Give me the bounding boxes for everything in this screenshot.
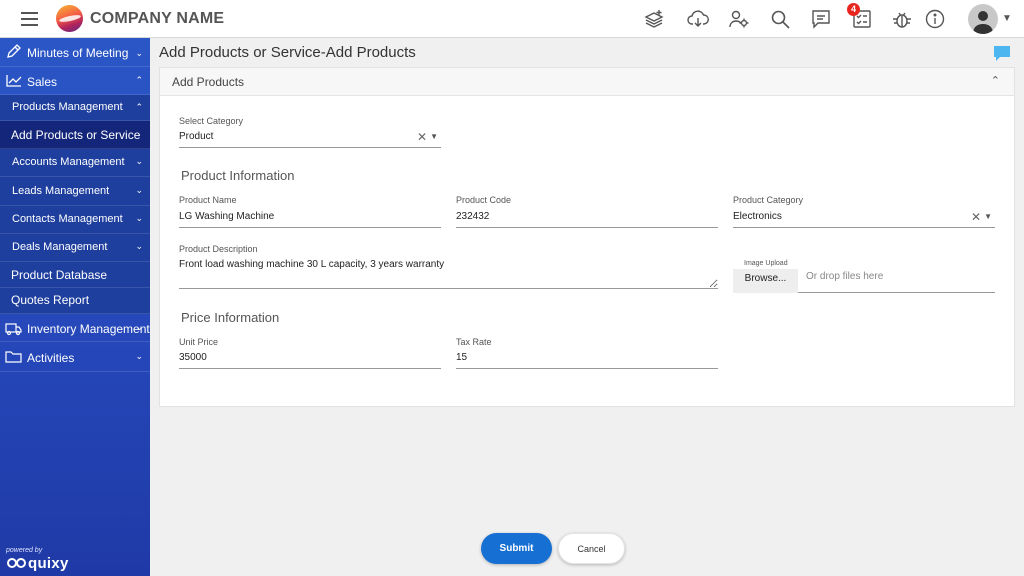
chevron-up-icon[interactable]: ⌃ [991,74,1000,87]
dropdown-arrow-icon[interactable]: ▼ [984,208,992,226]
clear-icon[interactable]: ✕ [971,208,981,226]
menu-icon[interactable] [21,12,38,26]
user-avatar-icon[interactable] [968,4,998,34]
chevron-down-icon: ⌄ [135,241,143,251]
company-name: COMPANY NAME [90,10,225,27]
sidebar-item-quotes-report[interactable]: Quotes Report [0,288,150,314]
product-code-input[interactable]: 232432 [456,208,718,228]
panel-title: Add Products [172,75,245,89]
sidebar-item-label: Add Products or Service [11,128,141,142]
chevron-down-icon: ⌄ [135,213,143,223]
bug-icon[interactable] [891,8,913,30]
chevron-down-icon[interactable]: ▼ [1002,13,1012,24]
product-category-value: Electronics [733,211,782,222]
sidebar-item-sales[interactable]: Sales ⌃ [0,67,150,95]
sidebar-item-add-products-or-service[interactable]: Add Products or Service [0,121,150,149]
browse-button[interactable]: Browse... [733,269,798,293]
product-name-label: Product Name [179,195,237,205]
notification-badge: 4 [847,3,860,16]
sidebar-item-label: Accounts Management [12,156,125,168]
sidebar-item-label: Deals Management [12,241,108,253]
select-category-value: Product [179,131,214,142]
sidebar-item-label: Activities [27,351,75,365]
company-logo [56,5,83,32]
sidebar-item-accounts-management[interactable]: Accounts Management ⌄ [0,149,150,177]
product-name-input[interactable]: LG Washing Machine [179,208,441,228]
chevron-down-icon: ⌄ [135,322,143,332]
chevron-up-icon: ⌃ [135,102,143,112]
search-icon[interactable] [769,8,791,30]
dropdown-arrow-icon[interactable]: ▼ [430,128,438,146]
sidebar-item-label: Leads Management [12,185,110,197]
sidebar-item-activities[interactable]: Activities ⌄ [0,342,150,372]
chevron-down-icon: ⌄ [135,156,143,166]
product-description-label: Product Description [179,244,258,254]
unit-price-input[interactable]: 35000 [179,349,441,369]
sidebar-item-minutes-of-meeting[interactable]: Minutes of Meeting ⌄ [0,38,150,67]
chevron-down-icon: ⌄ [135,351,143,361]
sidebar-item-label: Product Database [11,268,108,282]
sidebar-item-leads-management[interactable]: Leads Management ⌄ [0,177,150,206]
sidebar-item-label: Quotes Report [11,293,90,307]
price-information-heading: Price Information [181,310,280,325]
cloud-download-icon[interactable] [687,8,709,30]
layers-add-icon[interactable] [643,8,665,30]
chevron-down-icon: ⌄ [135,185,143,195]
cancel-button[interactable]: Cancel [558,533,625,564]
clear-icon[interactable]: ✕ [417,128,427,146]
panel-header: Add Products ⌃ [160,68,1014,96]
image-upload: Image Upload Browse... Or drop files her… [733,259,995,293]
unit-price-label: Unit Price [179,337,219,347]
tax-rate-input[interactable]: 15 [456,349,718,369]
chat-icon[interactable] [810,8,832,30]
powered-by-text: powered by [6,547,43,554]
product-information-heading: Product Information [181,168,295,183]
sidebar-item-product-database[interactable]: Product Database [0,262,150,288]
image-upload-label: Image Upload [744,260,788,267]
sidebar-item-label: Sales [27,75,58,89]
folder-icon [5,349,22,364]
sidebar-item-deals-management[interactable]: Deals Management ⌄ [0,234,150,262]
sidebar-item-label: Products Management [12,101,123,113]
select-category-dropdown[interactable]: Product ✕ ▼ [179,128,441,148]
product-description-textarea[interactable] [179,258,718,289]
chevron-up-icon: ⌃ [135,75,143,85]
product-code-label: Product Code [456,195,512,205]
chevron-down-icon: ⌄ [135,48,143,58]
quixy-logo: quixy [6,555,69,572]
sidebar-item-label: Minutes of Meeting [27,46,129,60]
sidebar-item-label: Contacts Management [12,213,123,225]
quixy-brand-text: quixy [28,555,69,572]
product-category-dropdown[interactable]: Electronics ✕ ▼ [733,208,995,228]
page-title: Add Products or Service-Add Products [159,44,416,61]
sidebar-item-products-management[interactable]: Products Management ⌃ [0,95,150,121]
drop-zone-text[interactable]: Or drop files here [806,271,883,282]
truck-icon [5,321,22,336]
pencil-icon [5,44,22,59]
sidebar-item-contacts-management[interactable]: Contacts Management ⌄ [0,206,150,234]
submit-button[interactable]: Submit [481,533,552,564]
sidebar-item-inventory-management[interactable]: Inventory Management ⌄ [0,314,150,342]
sidebar: Minutes of Meeting ⌄ Sales ⌃ Products Ma… [0,38,150,576]
tax-rate-label: Tax Rate [456,337,492,347]
comment-icon[interactable] [993,45,1011,62]
user-settings-icon[interactable] [728,8,750,30]
info-icon[interactable] [924,8,946,30]
select-category-label: Select Category [179,116,244,126]
chart-line-icon [5,73,22,88]
top-bar: COMPANY NAME 4 ▼ [0,0,1024,38]
sidebar-item-label: Inventory Management [27,322,150,336]
product-category-label: Product Category [733,195,804,205]
